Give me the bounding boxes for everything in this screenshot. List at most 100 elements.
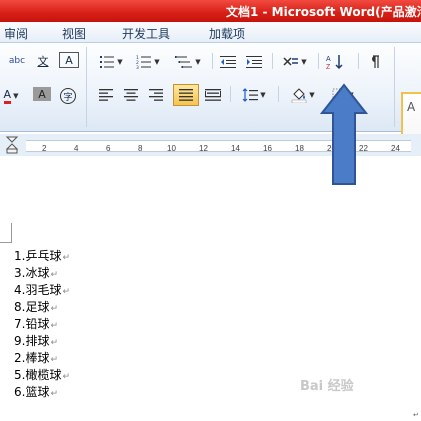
align-center-icon bbox=[124, 89, 138, 101]
group-separator bbox=[86, 47, 87, 127]
svg-text:A: A bbox=[326, 56, 331, 63]
character-shading-icon: A bbox=[38, 87, 46, 101]
chevron-down-icon: ▼ bbox=[301, 58, 307, 66]
watermark: Bai 经验 bbox=[300, 379, 354, 394]
font-color-icon: A bbox=[3, 88, 12, 104]
ruler-number: 6 bbox=[106, 144, 111, 153]
chinese-layout-button[interactable]: ▼ bbox=[280, 53, 310, 71]
multilevel-list-icon bbox=[175, 56, 193, 68]
justify-button[interactable] bbox=[173, 84, 199, 106]
align-left-button[interactable] bbox=[96, 86, 116, 104]
document-line: 2.棒球↵ bbox=[14, 349, 58, 366]
paragraph-mark-icon: ↵ bbox=[50, 338, 58, 348]
document-line: 1.乒乓球↵ bbox=[14, 247, 70, 264]
increase-indent-button[interactable] bbox=[244, 53, 264, 71]
paragraph-mark-icon: ↵ bbox=[62, 253, 70, 263]
tab-review[interactable]: 审阅 bbox=[4, 25, 28, 42]
paragraph-mark-icon: ↵ bbox=[62, 372, 70, 382]
character-shading-button[interactable]: A bbox=[33, 87, 51, 101]
ruler-number: 8 bbox=[138, 144, 143, 153]
sort-button[interactable]: A Z bbox=[324, 53, 348, 71]
separator bbox=[318, 53, 319, 69]
align-right-button[interactable] bbox=[146, 86, 166, 104]
distributed-button[interactable] bbox=[203, 86, 223, 104]
line-spacing-button[interactable]: ▼ bbox=[238, 86, 270, 104]
justify-icon bbox=[179, 89, 193, 101]
chinese-layout-icon bbox=[283, 57, 299, 66]
enclose-character-button[interactable]: 文 bbox=[32, 52, 54, 70]
numbering-icon: 1 2 3 bbox=[136, 55, 152, 69]
ruler-number: 18 bbox=[295, 144, 304, 153]
align-right-icon bbox=[149, 89, 163, 101]
chevron-down-icon: ▼ bbox=[195, 58, 201, 66]
paragraph-mark-icon: ↵ bbox=[50, 321, 58, 331]
line-text: 2.棒球 bbox=[14, 351, 50, 365]
ruler-number: 10 bbox=[167, 144, 176, 153]
ruler-number: 4 bbox=[74, 144, 79, 153]
align-center-button[interactable] bbox=[121, 86, 141, 104]
phonetic-guide-icon: abc bbox=[8, 56, 26, 66]
document-line: 4.羽毛球↵ bbox=[14, 281, 70, 298]
shading-button[interactable]: ▼ bbox=[286, 86, 320, 104]
multilevel-list-button[interactable]: ▼ bbox=[172, 53, 204, 71]
bullets-button[interactable]: ▼ bbox=[96, 53, 126, 71]
tab-developer[interactable]: 开发工具 bbox=[122, 25, 170, 42]
bullets-icon bbox=[100, 56, 115, 68]
document-line: 3.冰球↵ bbox=[14, 264, 58, 281]
chevron-down-icon: ▼ bbox=[13, 92, 19, 100]
numbering-button[interactable]: 1 2 3 ▼ bbox=[133, 53, 163, 71]
svg-text:Z: Z bbox=[326, 64, 331, 70]
separator bbox=[230, 86, 231, 102]
line-text: 7.铅球 bbox=[14, 317, 50, 331]
line-text: 8.足球 bbox=[14, 300, 50, 314]
paragraph-mark-icon: ↵ bbox=[62, 287, 70, 297]
enclose-char-button[interactable]: 字 bbox=[59, 87, 77, 105]
decrease-indent-button[interactable] bbox=[218, 53, 238, 71]
document-line: 7.铅球↵ bbox=[14, 315, 58, 332]
decrease-indent-icon bbox=[220, 56, 236, 68]
enclose-char-icon: 字 bbox=[60, 88, 76, 104]
page-corner-mark bbox=[0, 223, 12, 243]
document-line: 9.排球↵ bbox=[14, 332, 58, 349]
paragraph-mark-icon: ↵ bbox=[50, 304, 58, 314]
paragraph-mark-icon bbox=[372, 55, 379, 68]
tab-view[interactable]: 视图 bbox=[62, 25, 86, 42]
paragraph-mark-icon: ↵ bbox=[413, 411, 419, 419]
chevron-down-icon: ▼ bbox=[154, 58, 160, 66]
enclose-character-icon: 文 bbox=[37, 55, 49, 68]
ribbon-tab-bar: 审阅 视图 开发工具 加载项 bbox=[0, 22, 421, 43]
document-line: 6.篮球↵ bbox=[14, 383, 58, 400]
line-text: 4.羽毛球 bbox=[14, 283, 62, 297]
font-color-button[interactable]: A ▼ bbox=[0, 87, 22, 105]
increase-indent-icon bbox=[246, 56, 262, 68]
phonetic-guide-button[interactable]: abc bbox=[6, 52, 28, 70]
align-left-icon bbox=[99, 89, 113, 101]
paint-bucket-icon bbox=[292, 88, 307, 103]
character-border-button[interactable]: A bbox=[59, 52, 79, 68]
svg-text:3: 3 bbox=[136, 65, 139, 69]
ruler-number: 24 bbox=[391, 144, 400, 153]
character-border-icon: A bbox=[65, 53, 73, 67]
chevron-down-icon: ▼ bbox=[117, 58, 123, 66]
tab-addins[interactable]: 加载项 bbox=[209, 25, 245, 42]
title-bar: 文档1 - Microsoft Word(产品激活 bbox=[0, 0, 421, 22]
line-text: 6.篮球 bbox=[14, 385, 50, 399]
ruler-number: 12 bbox=[199, 144, 208, 153]
indent-marker-icon[interactable] bbox=[6, 136, 18, 154]
paragraph-mark-icon: ↵ bbox=[50, 270, 58, 280]
quick-style-text: A bbox=[407, 100, 416, 114]
separator bbox=[272, 53, 273, 69]
chevron-down-icon: ▼ bbox=[260, 91, 266, 99]
separator bbox=[212, 53, 213, 69]
chevron-down-icon: ▼ bbox=[309, 91, 315, 99]
ruler-number: 2 bbox=[42, 144, 47, 153]
line-text: 9.排球 bbox=[14, 334, 50, 348]
document-line: 5.橄榄球↵ bbox=[14, 366, 70, 383]
distributed-icon bbox=[205, 89, 221, 101]
document-line: 8.足球↵ bbox=[14, 298, 58, 315]
line-text: 3.冰球 bbox=[14, 266, 50, 280]
ruler-number: 16 bbox=[263, 144, 272, 153]
line-spacing-icon bbox=[242, 88, 259, 102]
document-area[interactable]: 1.乒乓球↵ 3.冰球↵ 4.羽毛球↵ 8.足球↵ 7.铅球↵ 9.排球↵ 2.… bbox=[0, 157, 421, 421]
show-hide-marks-button[interactable] bbox=[364, 53, 384, 71]
